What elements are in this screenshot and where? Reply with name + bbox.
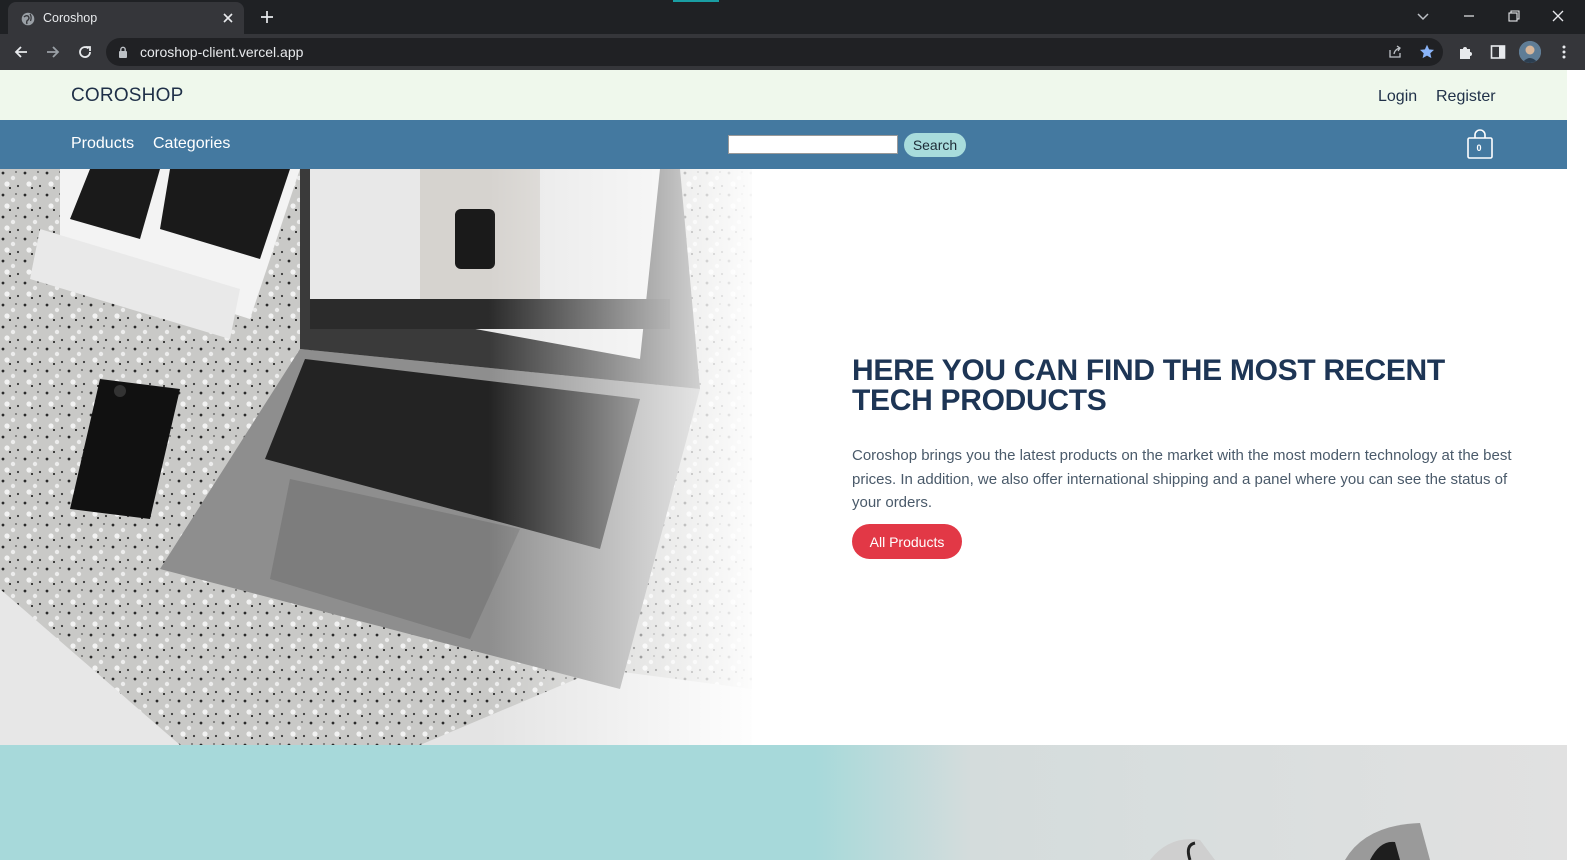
hero-image — [0, 169, 752, 745]
tab-strip-accent — [673, 0, 719, 2]
address-bar[interactable]: coroshop-client.vercel.app — [106, 38, 1443, 66]
page-scrollbar[interactable] — [1567, 70, 1585, 860]
laptop-photo — [0, 169, 752, 745]
promo-banner — [0, 745, 1567, 860]
browser-tab-strip: Coroshop — [0, 0, 1585, 34]
brand-logo[interactable]: COROSHOP — [71, 85, 183, 107]
star-icon[interactable] — [1418, 43, 1436, 61]
hero-description: Coroshop brings you the latest products … — [852, 447, 1512, 511]
lock-icon[interactable] — [118, 46, 128, 58]
reload-icon[interactable] — [76, 43, 94, 61]
sidepanel-icon[interactable] — [1489, 43, 1507, 61]
login-link[interactable]: Login — [1378, 88, 1417, 106]
register-link[interactable]: Register — [1436, 88, 1496, 106]
minimize-icon[interactable] — [1460, 7, 1478, 25]
nav-categories[interactable]: Categories — [153, 135, 230, 153]
browser-tab[interactable]: Coroshop — [8, 2, 244, 34]
close-icon[interactable] — [221, 11, 235, 25]
cart-count: 0 — [1476, 143, 1482, 153]
restore-icon[interactable] — [1505, 7, 1523, 25]
cart-button[interactable]: 0 — [1464, 129, 1496, 161]
site-header: COROSHOP Login Register — [0, 70, 1567, 120]
forward-icon[interactable] — [44, 43, 62, 61]
promo-image — [0, 745, 1567, 860]
tab-title: Coroshop — [43, 11, 98, 25]
all-products-button[interactable]: All Products — [852, 524, 962, 559]
tab-search-icon[interactable] — [1414, 7, 1432, 25]
plus-icon[interactable] — [259, 9, 275, 25]
url-text[interactable]: coroshop-client.vercel.app — [140, 44, 303, 60]
puzzle-icon[interactable] — [1457, 43, 1475, 61]
search-input[interactable] — [728, 135, 898, 154]
browser-toolbar: coroshop-client.vercel.app — [0, 34, 1585, 70]
globe-icon — [21, 12, 35, 26]
share-icon[interactable] — [1387, 44, 1403, 60]
avatar[interactable] — [1519, 41, 1541, 63]
hero-content: HERE YOU CAN FIND THE MOST RECENT TECH P… — [852, 354, 1532, 559]
site-nav-bar: Products Categories Search 0 — [0, 120, 1567, 169]
profile-icon — [1519, 41, 1541, 63]
hero-title: HERE YOU CAN FIND THE MOST RECENT TECH P… — [852, 354, 1445, 417]
window-close-icon[interactable] — [1549, 7, 1567, 25]
nav-products[interactable]: Products — [71, 135, 134, 153]
menu-icon[interactable] — [1555, 43, 1573, 61]
back-icon[interactable] — [12, 43, 30, 61]
search-button[interactable]: Search — [904, 133, 966, 157]
